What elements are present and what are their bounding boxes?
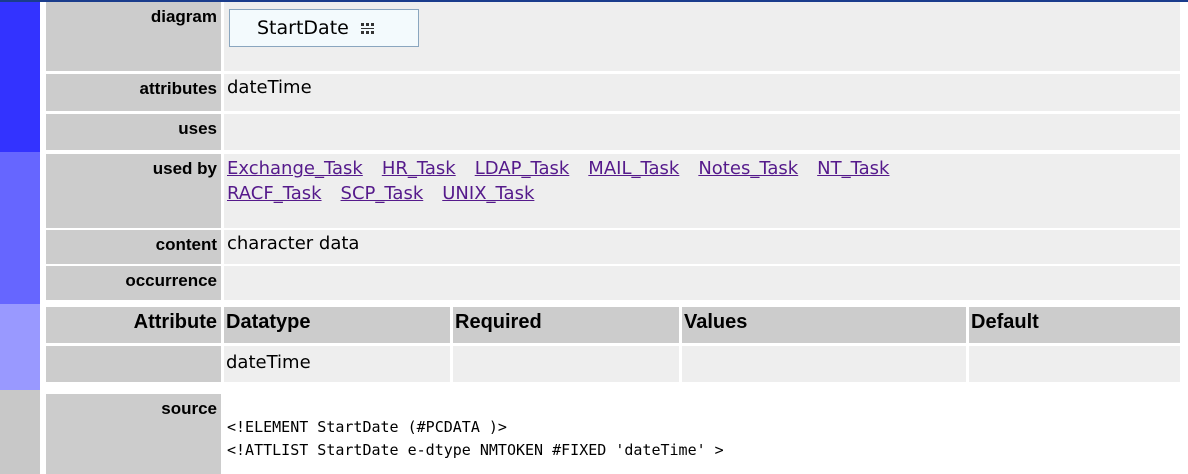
used-by-link[interactable]: HR_Task — [382, 158, 456, 179]
used-by-link[interactable]: RACF_Task — [227, 183, 322, 204]
diagram-value: StartDate — [224, 2, 1180, 71]
attribute-table-header: Datatype Required Values Default — [224, 307, 1180, 343]
used-by-link[interactable]: LDAP_Task — [475, 158, 570, 179]
diagram-element-name: StartDate — [257, 17, 349, 39]
used-by-link[interactable]: UNIX_Task — [442, 183, 534, 204]
diagram-label: diagram — [46, 2, 221, 71]
values-cell — [682, 346, 966, 382]
side-stripe — [0, 2, 40, 152]
default-header: Default — [969, 307, 1180, 343]
uses-row: uses — [46, 114, 1180, 150]
attribute-label: Attribute — [46, 307, 221, 343]
used-by-link[interactable]: NT_Task — [817, 158, 889, 179]
content-label: content — [46, 230, 221, 264]
attributes-label: attributes — [46, 74, 221, 111]
side-stripe — [0, 304, 40, 390]
source-line: <!ATTLIST StartDate e-dtype NMTOKEN #FIX… — [227, 441, 724, 459]
source-label: source — [46, 394, 221, 474]
diagram-row: diagram StartDate — [46, 2, 1180, 71]
required-header: Required — [453, 307, 679, 343]
used-by-row: used by Exchange_Task HR_Task LDAP_Task MAI… — [46, 154, 1180, 228]
attributes-row: attributes dateTime — [46, 74, 1180, 111]
datatype-header: Datatype — [224, 307, 450, 343]
attributes-value: dateTime — [224, 74, 1180, 111]
uses-value — [224, 114, 1180, 150]
used-by-links: Exchange_Task HR_Task LDAP_Task MAIL_Task No… — [224, 154, 1180, 228]
occurrence-label: occurrence — [46, 266, 221, 300]
datatype-cell: dateTime — [224, 346, 450, 382]
element-diagram-box[interactable]: StartDate — [229, 9, 419, 47]
side-stripe — [0, 390, 40, 474]
required-cell — [453, 346, 679, 382]
sequence-icon — [360, 22, 374, 34]
attribute-header-row: Attribute Datatype Required Values Defau… — [46, 307, 1180, 343]
uses-label: uses — [46, 114, 221, 150]
source-row: source <!ELEMENT StartDate (#PCDATA )> <!… — [46, 394, 1180, 474]
default-cell — [969, 346, 1180, 382]
used-by-link[interactable]: Notes_Task — [698, 158, 798, 179]
occurrence-row: occurrence — [46, 266, 1180, 300]
source-line: <!ELEMENT StartDate (#PCDATA )> — [227, 418, 507, 436]
used-by-label: used by — [46, 154, 221, 228]
attribute-table-body: dateTime — [224, 346, 1180, 382]
content-row: content character data — [46, 230, 1180, 264]
used-by-link[interactable]: SCP_Task — [341, 183, 424, 204]
occurrence-value — [224, 266, 1180, 300]
source-code: <!ELEMENT StartDate (#PCDATA )> <!ATTLIST… — [224, 394, 1180, 474]
side-stripe — [0, 152, 40, 304]
attribute-body-row: dateTime — [46, 346, 1180, 382]
used-by-link[interactable]: MAIL_Task — [588, 158, 679, 179]
values-header: Values — [682, 307, 966, 343]
content-value: character data — [224, 230, 1180, 264]
used-by-link[interactable]: Exchange_Task — [227, 158, 363, 179]
attribute-row-label — [46, 346, 221, 382]
